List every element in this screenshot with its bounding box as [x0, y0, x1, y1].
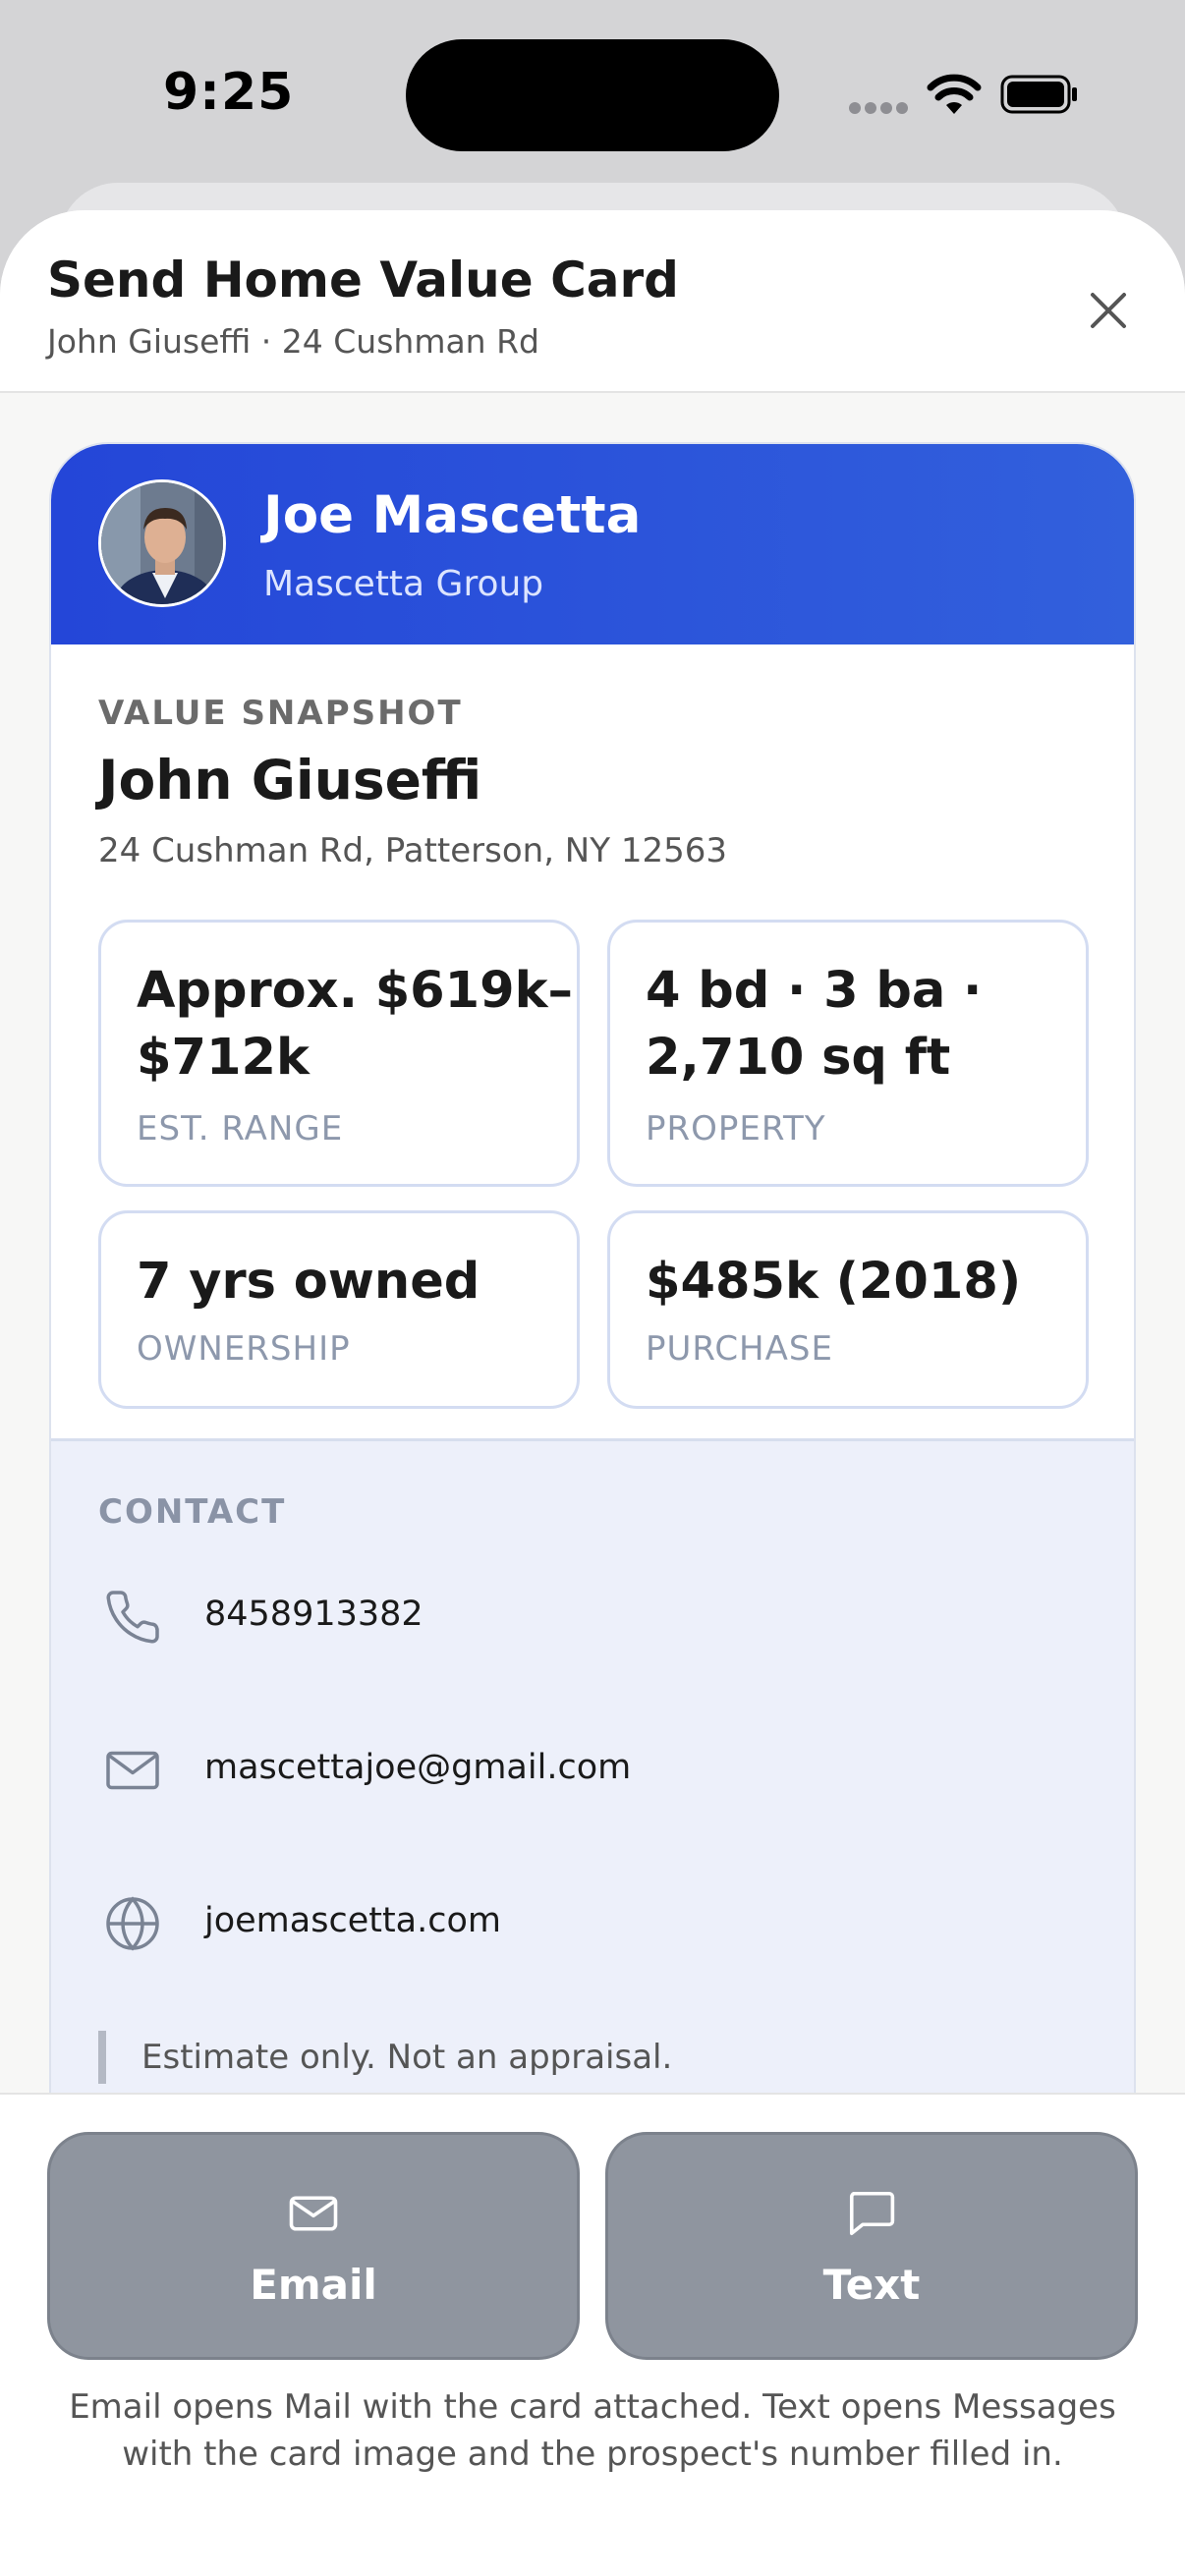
avatar [98, 479, 226, 607]
snapshot-label: VALUE SNAPSHOT [98, 694, 463, 733]
stat-label: OWNERSHIP [137, 1329, 351, 1369]
agent-name: Joe Mascetta [263, 485, 642, 545]
sheet-title: Send Home Value Card [47, 252, 679, 308]
stat-label: EST. RANGE [137, 1109, 344, 1148]
globe-icon [98, 1889, 167, 1958]
contact-phone-row[interactable]: 8458913382 [98, 1583, 1081, 1652]
dynamic-island [406, 39, 779, 151]
status-bar: 9:25 [0, 0, 1185, 187]
disclaimer: Estimate only. Not an appraisal. [98, 2031, 672, 2084]
sheet-subtitle: John Giuseffi · 24 Cushman Rd [47, 322, 539, 361]
contact-website: joemascetta.com [204, 1901, 501, 1940]
phone-icon [98, 1583, 167, 1652]
status-time: 9:25 [163, 63, 295, 122]
contact-label: CONTACT [98, 1492, 287, 1532]
contact-phone: 8458913382 [204, 1595, 423, 1634]
stat-label: PROPERTY [646, 1109, 826, 1148]
contact-website-row[interactable]: joemascetta.com [98, 1889, 1081, 1958]
value-snapshot: VALUE SNAPSHOT John Giuseffi 24 Cushman … [51, 644, 1134, 1438]
owner-name: John Giuseffi [98, 749, 482, 812]
stat-value: $485k (2018) [646, 1253, 1022, 1311]
battery-icon [1000, 75, 1079, 114]
text-button[interactable]: Text [605, 2132, 1138, 2360]
wifi-icon [927, 73, 982, 116]
sheet-header: Send Home Value Card John Giuseffi · 24 … [0, 210, 1185, 393]
action-hint: Email opens Mail with the card attached.… [69, 2387, 1116, 2474]
stat-value: Approx. $619k– [137, 962, 574, 1020]
message-icon [608, 2184, 1135, 2243]
cellular-icon [849, 102, 908, 116]
agent-company: Mascetta Group [263, 564, 544, 604]
contact-email-row[interactable]: mascettajoe@gmail.com [98, 1736, 1081, 1805]
stat-value: 2,710 sq ft [646, 1029, 951, 1087]
close-icon [1091, 293, 1126, 328]
agent-banner: Joe Mascetta Mascetta Group [51, 444, 1134, 644]
action-area: Email Text Email opens Mail with the car… [0, 2093, 1185, 2576]
close-button[interactable] [1077, 279, 1140, 342]
owner-address: 24 Cushman Rd, Patterson, NY 12563 [98, 831, 727, 870]
email-button-label: Email [250, 2261, 377, 2309]
stat-est-range: Approx. $619k– $712k EST. RANGE [98, 920, 580, 1187]
mail-icon [50, 2184, 577, 2243]
stat-label: PURCHASE [646, 1329, 833, 1369]
contact-email: mascettajoe@gmail.com [204, 1748, 632, 1787]
text-button-label: Text [822, 2261, 921, 2309]
stat-value: 4 bd · 3 ba · [646, 962, 983, 1020]
email-button[interactable]: Email [47, 2132, 580, 2360]
mail-icon [98, 1736, 167, 1805]
stat-purchase: $485k (2018) PURCHASE [607, 1210, 1089, 1409]
stat-property: 4 bd · 3 ba · 2,710 sq ft PROPERTY [607, 920, 1089, 1187]
stat-ownership: 7 yrs owned OWNERSHIP [98, 1210, 580, 1409]
stat-value: 7 yrs owned [137, 1253, 480, 1311]
home-value-card: Joe Mascetta Mascetta Group VALUE SNAPSH… [49, 442, 1136, 2328]
stat-value: $712k [137, 1029, 310, 1087]
